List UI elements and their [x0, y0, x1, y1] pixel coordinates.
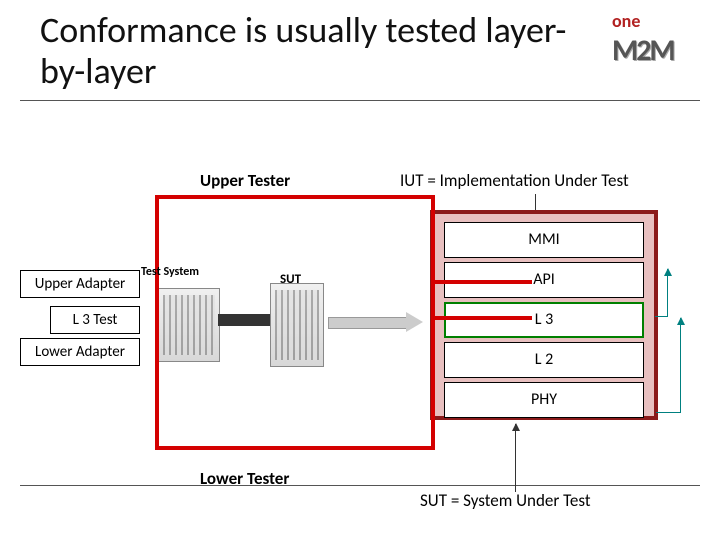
stack-mmi: MMI [444, 222, 644, 258]
title-underline [20, 100, 700, 101]
teal-arrow-lower [680, 318, 681, 412]
teal-arrow-upper [667, 269, 668, 316]
onem2m-logo: one M2M [612, 10, 702, 60]
test-system-label: Test System [140, 265, 200, 279]
upper-adapter-box: Upper Adapter [20, 270, 140, 298]
tester-frame [155, 195, 435, 450]
tester-bridge [432, 280, 532, 320]
sut-arrow [515, 424, 516, 492]
slide-title: Conformance is usually tested layer-by-l… [40, 10, 580, 93]
upper-tester-label: Upper Tester [200, 170, 290, 191]
l3-test-box: L 3 Test [50, 306, 140, 334]
teal-arrow-upper-elbow [655, 316, 668, 317]
stack-l2: L 2 [444, 342, 644, 378]
logo-m2m: M2M [612, 32, 674, 69]
teal-arrow-lower-elbow [656, 412, 681, 413]
sut-definition: SUT = System Under Test [420, 490, 591, 511]
lower-adapter-box: Lower Adapter [20, 338, 140, 366]
bottom-rule [20, 485, 700, 486]
sut-small-label: SUT [280, 272, 301, 287]
iut-definition: IUT = Implementation Under Test [400, 170, 629, 191]
stack-phy: PHY [444, 382, 644, 418]
logo-one: one [612, 10, 640, 32]
